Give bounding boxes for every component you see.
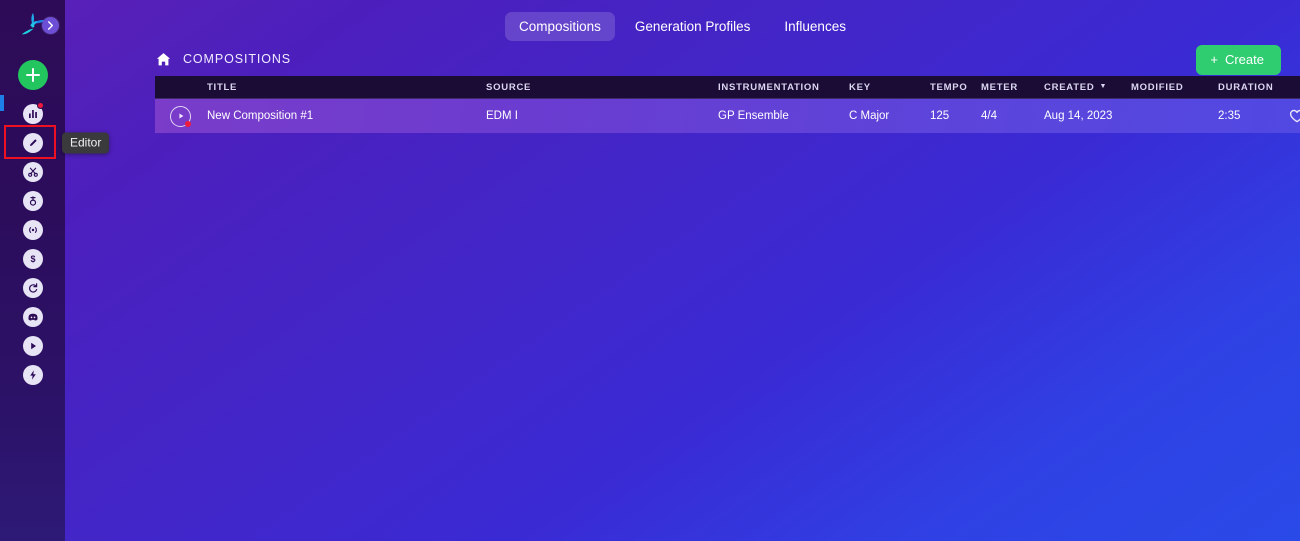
sidebar-item-editor[interactable]: Editor <box>4 125 110 159</box>
sidebar-item-discord[interactable] <box>14 302 51 331</box>
add-new-button[interactable] <box>17 60 48 90</box>
column-header-tempo[interactable]: TEMPO <box>930 82 981 93</box>
compositions-table: TITLE SOURCE INSTRUMENTATION KEY TEMPO M… <box>155 76 1300 133</box>
discord-icon <box>22 306 43 327</box>
column-header-meter[interactable]: METER <box>981 82 1044 93</box>
svg-text:$: $ <box>30 254 35 264</box>
column-header-created-label: CREATED <box>1044 81 1095 93</box>
sort-desc-caret-icon: ▼ <box>1099 82 1108 90</box>
sidebar-item-voice[interactable] <box>14 186 51 215</box>
play-icon <box>22 335 43 356</box>
column-header-duration[interactable]: DURATION <box>1218 82 1288 93</box>
sidebar-item-live[interactable] <box>14 215 51 244</box>
column-header-title[interactable]: TITLE <box>205 82 486 93</box>
plus-icon: + <box>1210 52 1218 67</box>
sidebar-item-tutorials[interactable] <box>14 331 51 360</box>
cell-key: C Major <box>849 110 890 122</box>
scissors-icon <box>22 161 43 182</box>
tab-compositions[interactable]: Compositions <box>505 11 615 41</box>
microphone-icon <box>22 190 43 211</box>
cell-source: EDM I <box>486 110 518 122</box>
create-button[interactable]: + Create <box>1196 45 1281 75</box>
cell-meter: 4/4 <box>981 110 997 122</box>
sidebar-item-history[interactable] <box>14 273 51 302</box>
logo-area <box>0 0 65 50</box>
tab-generation-profiles[interactable]: Generation Profiles <box>621 12 765 41</box>
sidebar-tooltip: Editor <box>62 132 110 153</box>
sidebar-collapse-button[interactable] <box>42 17 59 34</box>
table-header-row: TITLE SOURCE INSTRUMENTATION KEY TEMPO M… <box>155 76 1300 99</box>
play-circle-icon[interactable] <box>169 105 191 127</box>
chevron-right-icon <box>47 21 54 30</box>
sidebar-item-pricing[interactable]: $ <box>14 244 51 273</box>
sidebar: Editor $ <box>0 0 110 541</box>
table-row[interactable]: New Composition #1 EDM I GP Ensemble C M… <box>155 99 1300 133</box>
plus-icon <box>25 68 40 82</box>
sidebar-item-clip-editor[interactable] <box>14 157 51 186</box>
column-header-source[interactable]: SOURCE <box>486 82 718 93</box>
pencil-icon <box>22 132 43 153</box>
page-header: COMPOSITIONS + Create <box>155 42 1300 76</box>
cell-created: Aug 14, 2023 <box>1044 110 1113 122</box>
column-header-key[interactable]: KEY <box>849 82 930 93</box>
row-status-dot <box>184 120 191 127</box>
row-play-cell[interactable] <box>155 105 205 127</box>
sidebar-item-dashboard[interactable] <box>14 99 51 128</box>
column-header-instrumentation[interactable]: INSTRUMENTATION <box>718 82 849 93</box>
create-button-label: Create <box>1224 52 1264 67</box>
broadcast-icon <box>22 219 43 240</box>
cell-instrumentation: GP Ensemble <box>718 110 789 122</box>
sidebar-item-upgrade[interactable] <box>14 360 51 389</box>
heart-outline-icon[interactable] <box>1288 107 1300 125</box>
home-icon <box>156 52 171 65</box>
breadcrumb: COMPOSITIONS <box>183 52 292 66</box>
cell-tempo: 125 <box>930 110 950 122</box>
cell-title: New Composition #1 <box>207 110 314 122</box>
notification-badge <box>37 102 44 109</box>
history-icon <box>22 277 43 298</box>
column-header-created[interactable]: CREATED ▼ <box>1044 82 1131 93</box>
cell-favorite[interactable] <box>1288 107 1300 125</box>
tab-influences[interactable]: Influences <box>770 12 860 41</box>
lightning-icon <box>22 364 43 385</box>
column-header-modified[interactable]: MODIFIED <box>1131 82 1218 93</box>
dollar-icon: $ <box>22 248 43 269</box>
left-edge-accent <box>0 95 4 111</box>
sidebar-nav-list: Editor $ <box>4 99 110 389</box>
cell-duration: 2:35 <box>1218 110 1241 122</box>
